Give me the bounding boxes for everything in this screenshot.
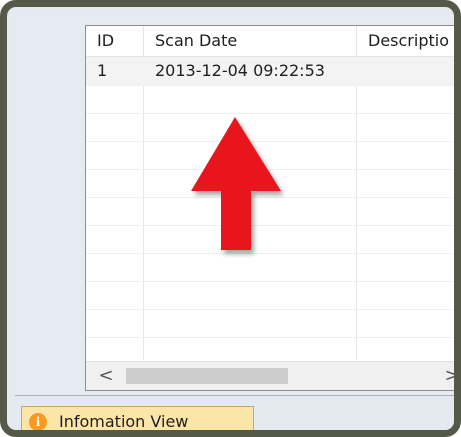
red-arrow-annotation: [191, 117, 281, 250]
tab-label: Infomation View: [59, 412, 189, 431]
scroll-right-button[interactable]: >: [438, 362, 454, 390]
table-row[interactable]: 1 2013-12-04 09:22:53: [86, 57, 454, 86]
cell-id: 1: [97, 61, 108, 80]
empty-row: [86, 309, 454, 338]
column-header-id[interactable]: ID: [86, 26, 144, 56]
empty-row: [86, 85, 454, 114]
bottom-tab-bar: i Infomation View: [15, 395, 454, 431]
column-header-scan-date[interactable]: Scan Date: [144, 26, 357, 56]
grid-header: ID Scan Date Descriptio: [86, 26, 454, 57]
scroll-thumb[interactable]: [126, 368, 288, 384]
tab-information-view[interactable]: i Infomation View: [21, 406, 254, 431]
column-header-description[interactable]: Descriptio: [357, 26, 454, 56]
window-frame: ID Scan Date Descriptio 1 2013-12-04 09:…: [0, 0, 461, 437]
content-panel: ID Scan Date Descriptio 1 2013-12-04 09:…: [15, 15, 454, 431]
empty-row: [86, 281, 454, 310]
scroll-left-button[interactable]: <: [92, 362, 120, 390]
cell-scan-date: 2013-12-04 09:22:53: [155, 61, 325, 80]
info-icon: i: [29, 412, 47, 430]
horizontal-scrollbar[interactable]: < >: [86, 361, 454, 390]
cell-description: [357, 57, 454, 85]
